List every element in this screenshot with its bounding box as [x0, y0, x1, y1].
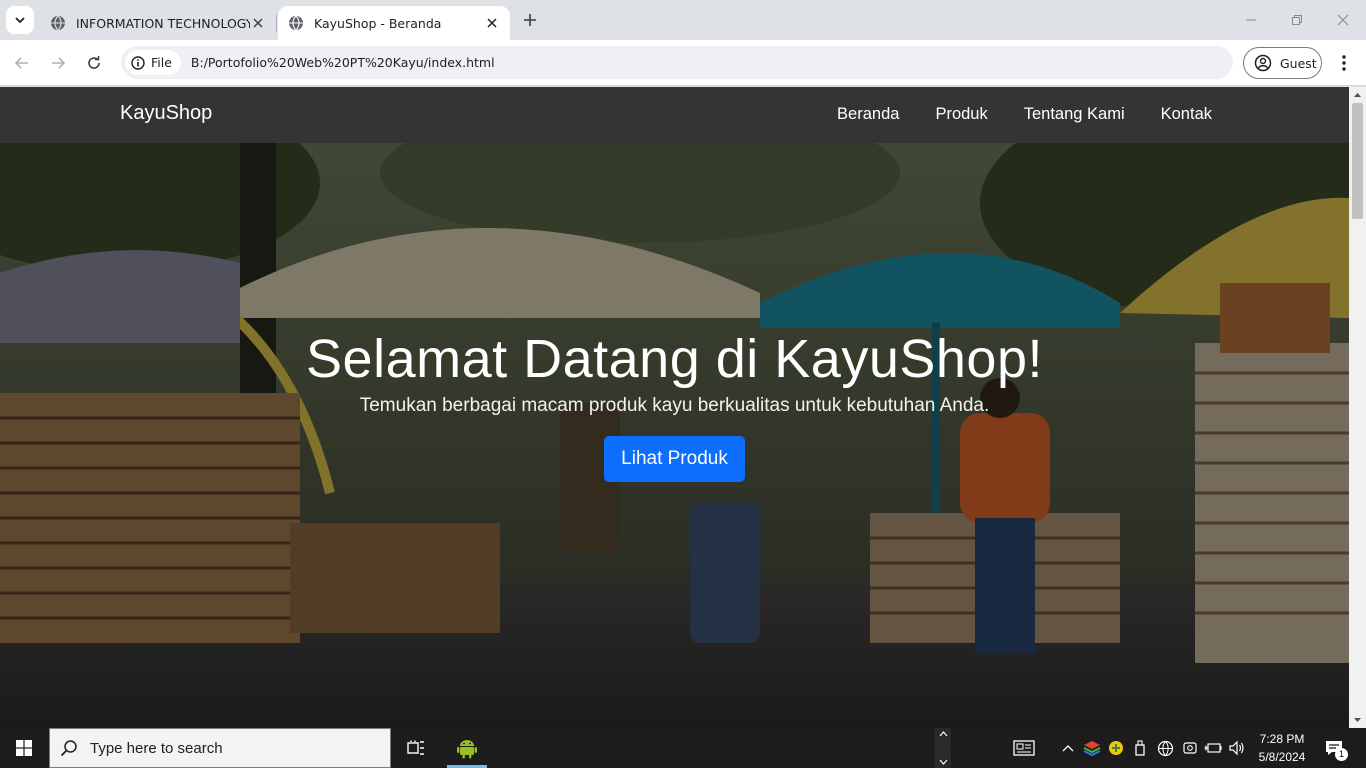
hero-content: Selamat Datang di KayuShop! Temukan berb… — [0, 325, 1349, 482]
notification-count-badge: 1 — [1335, 748, 1348, 761]
tab-strip: INFORMATION TECHNOLOGY KayuShop - Berand… — [0, 0, 1366, 40]
profile-label: Guest — [1280, 55, 1317, 71]
plus-icon — [524, 14, 536, 26]
scroll-thumb[interactable] — [1352, 103, 1363, 219]
minimize-button[interactable] — [1228, 0, 1274, 40]
person-icon — [1254, 54, 1272, 72]
chevron-up-icon — [1062, 745, 1074, 752]
globe-network-icon — [1157, 740, 1173, 756]
plus-circle-app-icon — [1109, 741, 1123, 755]
site-info-chip[interactable]: File — [125, 50, 181, 75]
arrow-left-icon — [14, 57, 28, 69]
news-icon — [1013, 740, 1035, 756]
nav-links: Beranda Produk Tentang Kami Kontak — [837, 105, 1212, 124]
start-button[interactable] — [0, 728, 48, 768]
tab-information-technology[interactable]: INFORMATION TECHNOLOGY — [40, 6, 276, 40]
restore-icon — [1292, 15, 1302, 25]
hero-title: Selamat Datang di KayuShop! — [306, 329, 1043, 389]
tray-battery[interactable] — [1202, 728, 1224, 768]
back-button[interactable] — [8, 49, 36, 77]
usb-drive-icon — [1135, 740, 1145, 756]
tab-title: KayuShop - Beranda — [314, 15, 442, 31]
chip-label: File — [151, 55, 172, 70]
chevron-up-icon — [939, 731, 947, 737]
show-hidden-icons-button[interactable] — [1058, 728, 1078, 768]
close-tab-icon[interactable] — [250, 15, 266, 31]
url-text[interactable]: B:/Portofolio%20Web%20PT%20Kayu/index.ht… — [191, 55, 495, 70]
chevron-down-icon — [939, 759, 947, 765]
page-scrollbar[interactable] — [1349, 87, 1366, 728]
camera-icon — [1183, 742, 1197, 754]
tray-usb[interactable] — [1130, 728, 1150, 768]
site-brand[interactable]: KayuShop — [120, 102, 212, 125]
profile-button[interactable]: Guest — [1243, 47, 1322, 79]
speaker-icon — [1229, 740, 1244, 756]
search-icon — [60, 740, 77, 757]
browser-menu-button[interactable] — [1333, 49, 1355, 77]
tray-network[interactable] — [1154, 728, 1176, 768]
info-icon — [131, 55, 145, 70]
nav-link-produk[interactable]: Produk — [935, 105, 987, 124]
news-widget-button[interactable] — [1010, 728, 1038, 768]
globe-icon — [51, 15, 65, 31]
forward-button[interactable] — [44, 49, 72, 77]
restore-button[interactable] — [1274, 0, 1320, 40]
tab-kayushop-beranda[interactable]: KayuShop - Beranda — [278, 6, 510, 40]
address-bar[interactable]: File B:/Portofolio%20Web%20PT%20Kayu/ind… — [121, 46, 1233, 79]
hero-section: Selamat Datang di KayuShop! Temukan berb… — [0, 143, 1349, 728]
view-products-button[interactable]: Lihat Produk — [604, 436, 745, 482]
android-icon — [457, 740, 477, 759]
nav-link-beranda[interactable]: Beranda — [837, 105, 899, 124]
browser-toolbar: File B:/Portofolio%20Web%20PT%20Kayu/ind… — [0, 40, 1366, 86]
hero-subtitle: Temukan berbagai macam produk kayu berku… — [359, 395, 990, 416]
battery-plug-icon — [1204, 743, 1222, 753]
nav-link-tentang-kami[interactable]: Tentang Kami — [1024, 105, 1125, 124]
taskbar-search-box[interactable]: Type here to search — [49, 728, 391, 768]
tray-meet-now[interactable] — [1180, 728, 1200, 768]
tab-title: INFORMATION TECHNOLOGY — [76, 15, 250, 31]
globe-icon — [289, 15, 303, 31]
reload-button[interactable] — [80, 49, 108, 77]
close-icon — [1337, 14, 1349, 26]
page-viewport: KayuShop Beranda Produk Tentang Kami Kon… — [0, 87, 1349, 728]
windows-taskbar: Type here to search 7:28 PM 5/8/2024 1 — [0, 728, 1366, 768]
more-vertical-icon — [1342, 55, 1346, 71]
taskbar-clock[interactable]: 7:28 PM 5/8/2024 — [1254, 730, 1310, 766]
tray-app-layers[interactable] — [1082, 728, 1102, 768]
windows-logo-icon — [16, 740, 32, 756]
task-view-icon — [407, 740, 424, 755]
taskbar-overflow-scroller[interactable] — [935, 728, 951, 768]
scroll-down-icon[interactable] — [1353, 715, 1362, 724]
taskbar-app-android[interactable] — [447, 728, 487, 768]
task-view-button[interactable] — [400, 728, 432, 768]
search-placeholder: Type here to search — [90, 739, 223, 757]
new-tab-button[interactable] — [518, 8, 542, 32]
tray-volume[interactable] — [1226, 728, 1248, 768]
close-window-button[interactable] — [1320, 0, 1366, 40]
close-tab-icon[interactable] — [484, 15, 500, 31]
clock-date: 5/8/2024 — [1258, 750, 1306, 764]
nav-link-kontak[interactable]: Kontak — [1161, 105, 1212, 124]
layers-app-icon — [1083, 741, 1101, 756]
reload-icon — [88, 56, 100, 69]
scroll-up-icon[interactable] — [1353, 91, 1362, 100]
site-navbar: KayuShop Beranda Produk Tentang Kami Kon… — [0, 87, 1349, 143]
arrow-right-icon — [52, 57, 66, 69]
minimize-icon — [1246, 19, 1256, 21]
tray-app-plus[interactable] — [1106, 728, 1126, 768]
chevron-down-icon — [15, 17, 25, 24]
action-center-button[interactable] — [1318, 728, 1350, 768]
clock-time: 7:28 PM — [1259, 732, 1305, 746]
tab-divider — [276, 14, 277, 32]
tab-search-button[interactable] — [6, 6, 34, 34]
